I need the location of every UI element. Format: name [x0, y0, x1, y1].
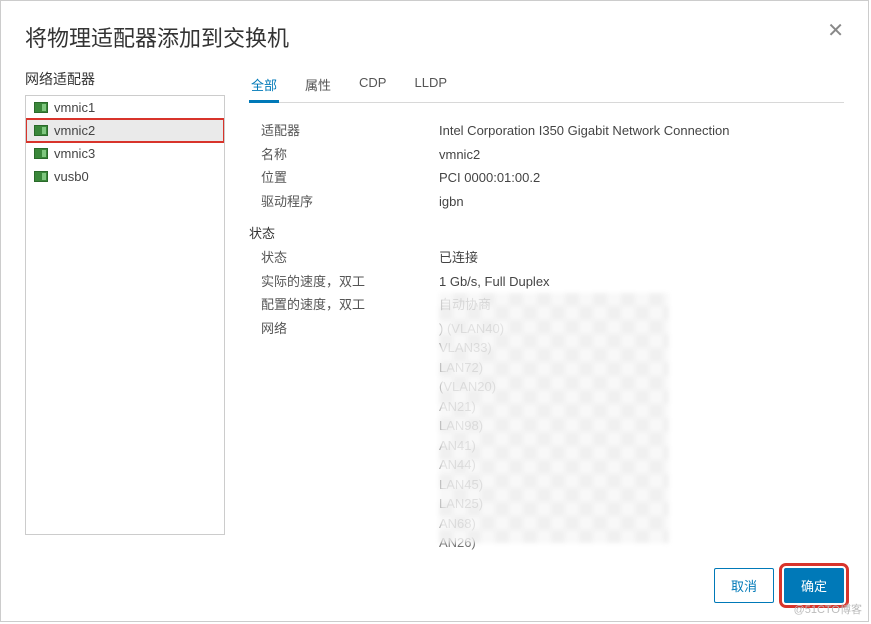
adapter-item-label: vusb0 [54, 169, 89, 184]
status-header: 状态 [249, 213, 836, 246]
tab-cdp[interactable]: CDP [357, 69, 388, 102]
network-item: AN68) [439, 514, 836, 534]
prop-label: 位置 [249, 168, 439, 188]
prop-value: igbn [439, 192, 836, 212]
prop-row-network: 网络 ) (VLAN40) VLAN33) LAN72) (VLAN20) AN… [249, 317, 836, 557]
prop-value: PCI 0000:01:00.2 [439, 168, 836, 188]
prop-label: 网络 [249, 319, 439, 557]
tabs: 全部 属性 CDP LLDP [249, 69, 844, 103]
network-item: AN41) [439, 436, 836, 456]
nic-icon [34, 102, 48, 113]
prop-label: 实际的速度，双工 [249, 272, 439, 292]
prop-row-actual-speed: 实际的速度，双工 1 Gb/s, Full Duplex [249, 270, 836, 294]
prop-row-adapter: 适配器 Intel Corporation I350 Gigabit Netwo… [249, 119, 836, 143]
adapter-item-label: vmnic2 [54, 123, 95, 138]
tab-all[interactable]: 全部 [249, 69, 279, 102]
network-item: LAN98) [439, 416, 836, 436]
cancel-button[interactable]: 取消 [714, 568, 774, 603]
prop-value: 已连接 [439, 248, 836, 268]
nic-icon [34, 171, 48, 182]
network-item: LAN25) [439, 494, 836, 514]
nic-icon [34, 125, 48, 136]
close-icon[interactable]: ✕ [827, 21, 844, 41]
adapter-panel: 网络适配器 vmnic1 vmnic2 vmnic3 vusb0 [25, 69, 225, 556]
network-item: LAN45) [439, 475, 836, 495]
adapter-item-vmnic2[interactable]: vmnic2 [26, 119, 224, 142]
ok-button[interactable]: 确定 [784, 568, 844, 603]
tab-properties[interactable]: 属性 [303, 69, 333, 102]
network-item: AN21) [439, 397, 836, 417]
prop-row-status: 状态 已连接 [249, 246, 836, 270]
network-list: ) (VLAN40) VLAN33) LAN72) (VLAN20) AN21)… [439, 319, 836, 557]
network-item: AN44) [439, 455, 836, 475]
prop-row-name: 名称 vmnic2 [249, 143, 836, 167]
adapter-panel-label: 网络适配器 [25, 69, 225, 95]
dialog-body: 网络适配器 vmnic1 vmnic2 vmnic3 vusb0 [1, 69, 868, 556]
prop-label: 状态 [249, 248, 439, 268]
network-item: AN30) [439, 553, 836, 557]
detail-panel[interactable]: 适配器 Intel Corporation I350 Gigabit Netwo… [249, 103, 844, 556]
prop-row-config-speed: 配置的速度，双工 自动协商 [249, 293, 836, 317]
adapter-item-label: vmnic3 [54, 146, 95, 161]
adapter-item-vmnic1[interactable]: vmnic1 [26, 96, 224, 119]
prop-label: 适配器 [249, 121, 439, 141]
adapter-item-vusb0[interactable]: vusb0 [26, 165, 224, 188]
prop-value: 1 Gb/s, Full Duplex [439, 272, 836, 292]
prop-value: vmnic2 [439, 145, 836, 165]
adapter-item-label: vmnic1 [54, 100, 95, 115]
prop-row-driver: 驱动程序 igbn [249, 190, 836, 214]
dialog: 将物理适配器添加到交换机 ✕ 网络适配器 vmnic1 vmnic2 vmnic… [0, 0, 869, 622]
dialog-footer: 取消 确定 [1, 556, 868, 621]
prop-label: 名称 [249, 145, 439, 165]
adapter-item-vmnic3[interactable]: vmnic3 [26, 142, 224, 165]
prop-label: 驱动程序 [249, 192, 439, 212]
dialog-title: 将物理适配器添加到交换机 [25, 21, 289, 53]
network-item: (VLAN20) [439, 377, 836, 397]
tab-lldp[interactable]: LLDP [412, 69, 449, 102]
nic-icon [34, 148, 48, 159]
prop-value: 自动协商 [439, 295, 836, 315]
network-item: LAN72) [439, 358, 836, 378]
adapter-list[interactable]: vmnic1 vmnic2 vmnic3 vusb0 [25, 95, 225, 535]
network-item: VLAN33) [439, 338, 836, 358]
dialog-header: 将物理适配器添加到交换机 ✕ [1, 1, 868, 69]
network-item: AN26) [439, 533, 836, 553]
prop-value: Intel Corporation I350 Gigabit Network C… [439, 121, 836, 141]
watermark: @51CTO博客 [794, 601, 862, 617]
prop-label: 配置的速度，双工 [249, 295, 439, 315]
prop-row-location: 位置 PCI 0000:01:00.2 [249, 166, 836, 190]
detail-panel-container: 全部 属性 CDP LLDP 适配器 Intel Corporation I35… [225, 69, 844, 556]
network-item: ) (VLAN40) [439, 319, 836, 339]
